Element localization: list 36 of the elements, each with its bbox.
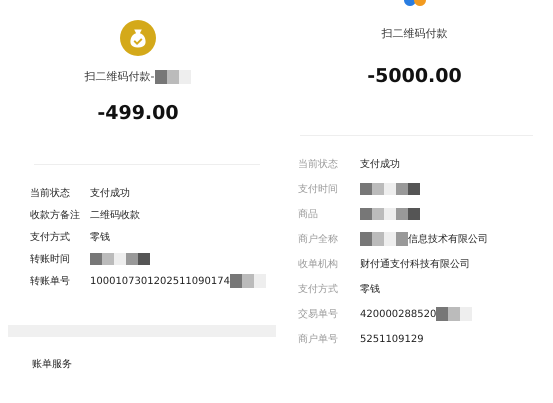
field-label: 支付方式	[298, 282, 339, 296]
field-label: 当前状态	[30, 186, 71, 200]
field-value: 财付通支付科技有限公司	[360, 258, 470, 271]
field-value: 420000288520	[360, 308, 436, 320]
field-label: 收款方备注	[30, 208, 81, 222]
field-value: 二维码收款	[90, 208, 140, 222]
field-value: 支付成功	[360, 158, 400, 171]
redaction-mosaic	[230, 274, 266, 288]
amount: -5000.00	[367, 65, 462, 87]
field-label: 当前状态	[298, 158, 339, 171]
money-bag-icon	[120, 20, 156, 56]
field-label: 支付时间	[298, 182, 339, 196]
field-value: 支付成功	[90, 186, 130, 200]
redaction-mosaic	[360, 232, 408, 246]
field-value: 1000107301202511090174	[90, 276, 230, 286]
redaction-mosaic	[90, 253, 150, 265]
field-label: 转账时间	[30, 252, 71, 266]
field-value: 5251109129	[360, 334, 424, 344]
field-label: 交易单号	[298, 308, 339, 321]
section-title: 账单服务	[32, 358, 73, 371]
field-value: 信息技术有限公司	[408, 232, 488, 246]
field-label: 转账单号	[30, 274, 71, 288]
redaction-mosaic	[360, 208, 420, 220]
field-label: 支付方式	[30, 230, 71, 244]
amount: -499.00	[97, 102, 179, 124]
logo-icon	[402, 0, 428, 6]
field-label: 商品	[298, 208, 319, 221]
field-value: 零钱	[90, 231, 110, 244]
payment-title: 扫二维码付款	[382, 26, 448, 41]
field-label: 商户全称	[298, 232, 339, 246]
payment-title: 扫二维码付款-	[84, 69, 154, 84]
redaction-mosaic	[360, 183, 420, 195]
field-label: 收单机构	[298, 258, 339, 271]
field-label: 商户单号	[298, 332, 339, 346]
redaction-mosaic	[436, 307, 472, 321]
field-value: 零钱	[360, 283, 380, 296]
